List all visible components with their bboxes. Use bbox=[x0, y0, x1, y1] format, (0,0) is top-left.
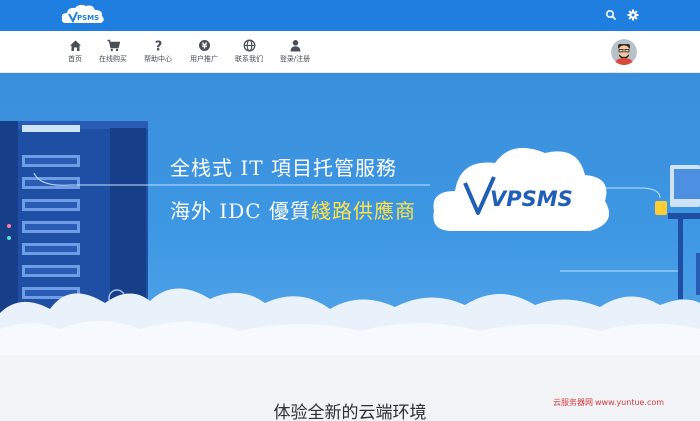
hero-banner: VPSMS 全栈式 IT 項目托管服務 海外 IDC 優質綫路供應商 bbox=[0, 73, 700, 355]
nav-item-help[interactable]: ? 帮助中心 bbox=[133, 39, 183, 64]
top-bar: PSMS bbox=[0, 0, 700, 31]
banner-headline: 全栈式 IT 項目托管服務 bbox=[170, 156, 397, 180]
globe-icon bbox=[243, 39, 255, 52]
search-icon[interactable] bbox=[605, 9, 617, 21]
nav-item-promote[interactable]: ¥ 用户推广 bbox=[179, 39, 229, 64]
home-icon bbox=[69, 40, 81, 51]
vpsms-logo[interactable]: PSMS bbox=[60, 3, 106, 28]
user-icon bbox=[290, 40, 300, 52]
cart-icon bbox=[107, 39, 120, 52]
svg-text:¥: ¥ bbox=[201, 42, 207, 51]
nav-item-buy[interactable]: 在线购买 bbox=[88, 39, 138, 64]
main-nav: 首页 在线购买 ? 帮助中心 ¥ 用户推广 联系我们 登录/注册 bbox=[0, 31, 700, 73]
coin-icon: ¥ bbox=[198, 40, 210, 51]
subheadline-prefix: 海外 IDC 優質 bbox=[170, 199, 311, 223]
banner-subheadline: 海外 IDC 優質綫路供應商 bbox=[170, 195, 416, 224]
nav-label: 联系我们 bbox=[235, 55, 263, 63]
watermark-cn: 云服务器网 bbox=[553, 398, 593, 407]
subheadline-highlight: 綫路供應商 bbox=[310, 199, 416, 223]
gear-icon[interactable] bbox=[627, 9, 639, 21]
nav-item-login[interactable]: 登录/注册 bbox=[270, 39, 320, 64]
site-watermark: 云服务器网 www.yuntue.com bbox=[553, 397, 664, 408]
svg-text:PSMS: PSMS bbox=[77, 14, 99, 22]
nav-item-contact[interactable]: 联系我们 bbox=[224, 39, 274, 64]
nav-label: 登录/注册 bbox=[279, 55, 311, 63]
nav-label: 在线购买 bbox=[99, 55, 127, 63]
watermark-url: www.yuntue.com bbox=[595, 398, 665, 407]
nav-label: 用户推广 bbox=[190, 55, 218, 63]
user-avatar[interactable] bbox=[611, 39, 637, 65]
cloud-logo-text: VPSMS bbox=[490, 187, 573, 211]
svg-text:?: ? bbox=[154, 40, 162, 53]
nav-label: 帮助中心 bbox=[144, 55, 172, 63]
question-icon: ? bbox=[154, 40, 162, 53]
